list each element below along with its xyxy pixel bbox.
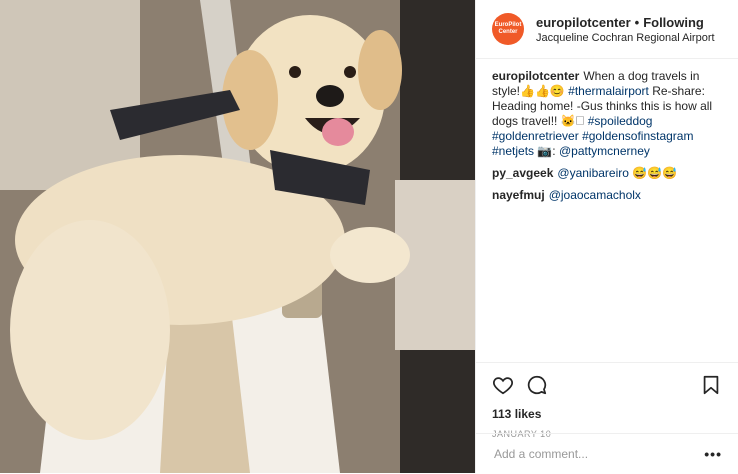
bookmark-icon[interactable] — [700, 374, 722, 396]
hashtag-goldensofinstagram[interactable]: #goldensofinstagram — [582, 129, 693, 143]
following-button[interactable]: Following — [643, 15, 704, 30]
mention-pattymcnerney[interactable]: @pattymcnerney — [559, 144, 650, 158]
post-photo[interactable] — [0, 0, 475, 473]
comment-username[interactable]: nayefmuj — [492, 188, 545, 202]
comment-item: py_avgeek @yanibareiro 😅😅😅 — [492, 166, 722, 181]
add-comment-bar: ••• — [476, 433, 738, 474]
comment-text: 😅😅😅 — [628, 166, 678, 180]
comment-mention[interactable]: @yanibareiro — [557, 166, 629, 180]
instagram-post: EuroPilot Center europilotcenter • Followi… — [0, 0, 738, 473]
post-header: EuroPilot Center europilotcenter • Followi… — [476, 0, 738, 59]
header-info: europilotcenter • Following Jacqueline Coc… — [536, 15, 715, 44]
post-sidebar: EuroPilot Center europilotcenter • Followi… — [475, 0, 738, 473]
caption: europilotcenter When a dog travels in sty… — [492, 69, 722, 159]
comment-mention[interactable]: @joaocamacholx — [549, 188, 641, 202]
caption-text-3: 📷: — [534, 144, 559, 158]
avatar-text: EuroPilot Center — [494, 22, 522, 35]
heart-icon[interactable] — [492, 374, 514, 396]
comment-username[interactable]: py_avgeek — [492, 166, 553, 180]
post-actions: 113 likes JANUARY 10 — [476, 362, 738, 439]
action-icons — [492, 371, 722, 399]
location-link[interactable]: Jacqueline Cochran Regional Airport — [536, 32, 715, 44]
username-link[interactable]: europilotcenter — [536, 15, 631, 30]
avatar[interactable]: EuroPilot Center — [492, 13, 524, 45]
hashtag-thermalairport[interactable]: #thermalairport — [568, 84, 649, 98]
comment-icon[interactable] — [526, 374, 548, 396]
separator-dot: • — [634, 14, 640, 30]
hashtag-spoileddog[interactable]: #spoileddog — [588, 114, 653, 128]
likes-count[interactable]: 113 likes — [492, 407, 722, 421]
more-options-icon[interactable]: ••• — [704, 446, 722, 462]
comment-input[interactable] — [492, 446, 705, 462]
caption-username[interactable]: europilotcenter — [492, 69, 579, 83]
dog-photo-illustration — [0, 0, 475, 473]
comments-list: europilotcenter When a dog travels in sty… — [476, 59, 738, 203]
header-line: europilotcenter • Following — [536, 15, 715, 30]
comment-item: nayefmuj @joaocamacholx — [492, 188, 722, 203]
hashtag-netjets[interactable]: #netjets — [492, 144, 534, 158]
hashtag-goldenretriever[interactable]: #goldenretriever — [492, 129, 579, 143]
